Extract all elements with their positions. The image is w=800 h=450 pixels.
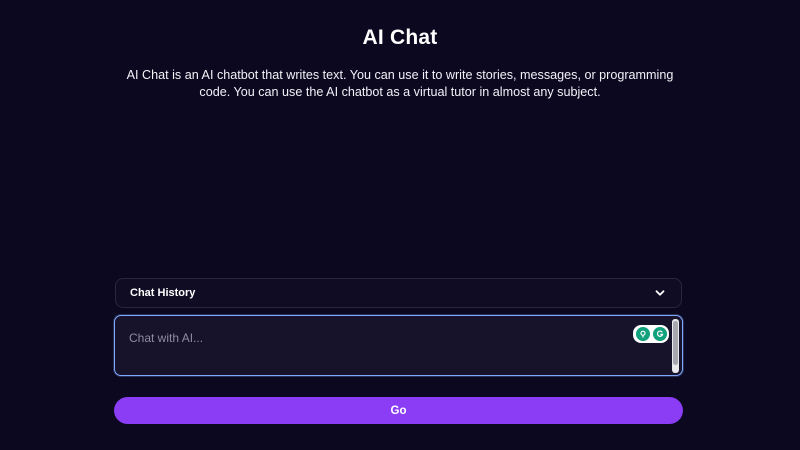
- chevron-down-icon: [653, 286, 667, 300]
- page-title: AI Chat: [362, 26, 438, 49]
- extension-icons: [633, 325, 669, 343]
- grammarly-icon[interactable]: [652, 326, 668, 342]
- scrollbar-thumb[interactable]: [673, 321, 678, 365]
- go-button[interactable]: Go: [114, 397, 683, 424]
- chat-input-scrollbar[interactable]: [672, 319, 679, 373]
- chat-history-label: Chat History: [130, 287, 196, 299]
- chat-input[interactable]: [115, 316, 682, 375]
- page: AI Chat AI Chat is an AI chatbot that wr…: [0, 0, 800, 450]
- chat-input-container: [114, 315, 683, 376]
- chat-history-dropdown[interactable]: Chat History: [115, 278, 682, 308]
- location-pin-icon[interactable]: [635, 326, 651, 342]
- page-description: AI Chat is an AI chatbot that writes tex…: [126, 68, 674, 99]
- extension-badge[interactable]: [633, 325, 669, 343]
